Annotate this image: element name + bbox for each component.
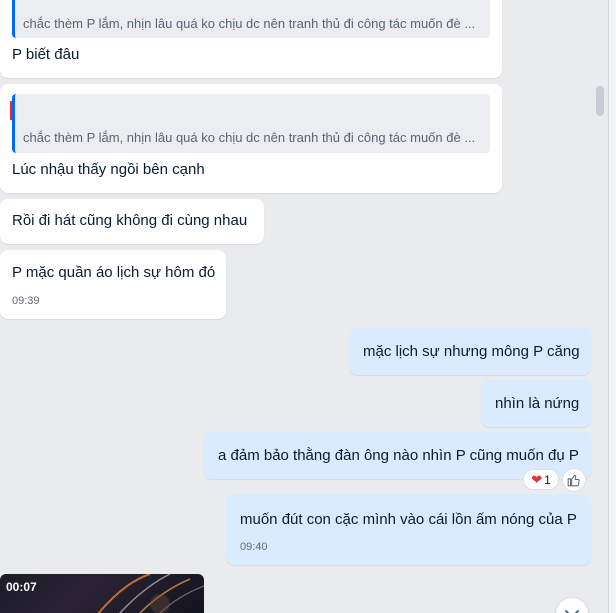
message-text: P biết đâu	[12, 46, 80, 63]
chevron-down-icon	[565, 610, 579, 613]
message-text: P mặc quần áo lịch sự hôm đó	[12, 264, 216, 281]
message-bubble[interactable]: chắc thèm P lắm, nhịn lâu quá ko chịu dc…	[0, 0, 502, 78]
message-timestamp: 09:39	[12, 295, 40, 307]
message-text: Lúc nhậu thấy ngồi bên cạnh	[12, 161, 205, 178]
heart-icon: ❤	[531, 472, 543, 487]
like-button[interactable]	[562, 468, 586, 492]
scroll-to-bottom-button[interactable]	[556, 598, 588, 613]
message-bubble[interactable]: Rồi đi hát cũng không đi cùng nhau	[0, 199, 264, 244]
message-text: mặc lịch sự nhưng mông P căng	[363, 343, 580, 360]
reaction-badge[interactable]: ❤ 1	[523, 469, 559, 490]
message-bubble-outgoing[interactable]: mặc lịch sự nhưng mông P căng	[349, 327, 591, 375]
window-scroll-track[interactable]	[608, 0, 616, 613]
message-text: Rồi đi hát cũng không đi cùng nhau	[12, 212, 248, 229]
message-text: nhìn là nứng	[495, 395, 580, 412]
quoted-message-text: chắc thèm P lắm, nhịn lâu quá ko chịu dc…	[23, 16, 476, 31]
thumbs-up-icon	[567, 474, 580, 487]
quoted-message[interactable]: chắc thèm P lắm, nhịn lâu quá ko chịu dc…	[12, 94, 490, 153]
message-bubble[interactable]: chắc thèm P lắm, nhịn lâu quá ko chịu dc…	[0, 84, 502, 193]
message-timestamp: 09:40	[240, 541, 268, 553]
video-thumbnail[interactable]: 00:07	[0, 574, 204, 613]
quoted-message[interactable]: chắc thèm P lắm, nhịn lâu quá ko chịu dc…	[12, 0, 490, 38]
video-duration: 00:07	[6, 580, 37, 594]
message-text: muốn đút con cặc mình vào cái lồn ấm nón…	[240, 511, 577, 528]
message-bubble-outgoing[interactable]: nhìn là nứng	[481, 379, 591, 427]
message-bubble-outgoing[interactable]: muốn đút con cặc mình vào cái lồn ấm nón…	[226, 494, 591, 565]
message-text: a đảm bảo thằng đàn ông nào nhìn P cũng …	[218, 447, 579, 464]
scrollbar-thumb[interactable]	[596, 86, 604, 116]
message-bubble[interactable]: P mặc quần áo lịch sự hôm đó 09:39	[0, 250, 226, 319]
quoted-message-text: chắc thèm P lắm, nhịn lâu quá ko chịu dc…	[23, 130, 476, 145]
reaction-count: 1	[544, 472, 551, 487]
chat-message-list[interactable]: chắc thèm P lắm, nhịn lâu quá ko chịu dc…	[0, 0, 616, 613]
